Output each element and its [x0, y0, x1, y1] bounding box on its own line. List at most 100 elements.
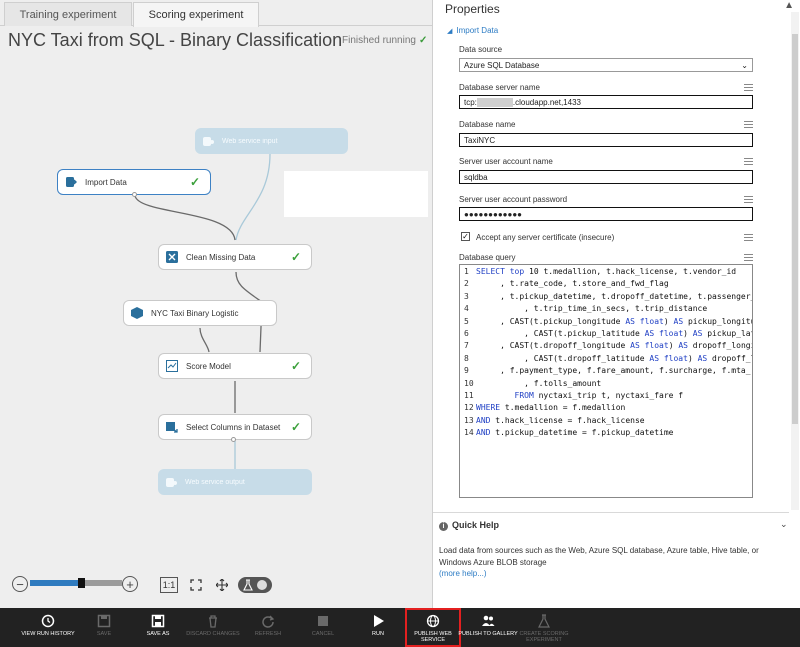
canvas-zoom-controls: − + 1:1: [8, 575, 278, 595]
output-port[interactable]: [132, 192, 137, 197]
scrollbar-thumb[interactable]: [792, 34, 798, 424]
password-input[interactable]: ●●●●●●●●●●●●: [459, 207, 753, 221]
experiment-canvas[interactable]: Training experiment Scoring experiment N…: [0, 0, 432, 608]
chevron-down-icon: ⌄: [741, 60, 748, 70]
parameter-menu-icon[interactable]: [744, 84, 753, 91]
code-line: 2 , t.rate_code, t.store_and_fwd_flag: [460, 278, 752, 290]
properties-scrollbar[interactable]: [791, 12, 799, 510]
parameter-menu-icon[interactable]: [744, 121, 753, 128]
web-service-icon: [165, 476, 177, 488]
code-line: 11 FROM nyctaxi_trip t, nyctaxi_fare f: [460, 390, 752, 402]
line-number: 12: [464, 403, 474, 413]
code-line: 6 , CAST(t.pickup_latitude AS float) AS …: [460, 328, 752, 340]
chevron-down-icon[interactable]: ⌄: [780, 519, 788, 530]
clean-missing-data-module[interactable]: Clean Missing Data ✓: [158, 244, 312, 270]
line-number: 10: [464, 378, 474, 388]
more-help-link[interactable]: (more help...): [439, 569, 487, 578]
actual-size-button[interactable]: 1:1: [160, 577, 178, 593]
parameter-menu-icon[interactable]: [744, 254, 753, 261]
server-name-input[interactable]: tcp: xxxxxxxxx .cloudapp.net,1433: [459, 95, 753, 109]
nyc-taxi-model-module[interactable]: NYC Taxi Binary Logistic: [123, 300, 277, 326]
module-label: NYC Taxi Binary Logistic: [151, 308, 239, 318]
server-name-suffix: .cloudapp.net,1433: [512, 97, 581, 107]
code-line: 7 , CAST(t.dropoff_longitude AS float) A…: [460, 340, 752, 352]
divider: [433, 512, 789, 513]
score-model-module[interactable]: Score Model ✓: [158, 353, 312, 379]
publish-to-gallery-button[interactable]: PUBLISH TO GALLERY: [456, 608, 520, 647]
info-icon: i: [439, 522, 448, 531]
import-data-module[interactable]: Import Data ✓: [57, 169, 211, 197]
line-number: 2: [464, 279, 469, 289]
line-number: 8: [464, 353, 469, 363]
save-icon: [97, 614, 111, 628]
code-line: 14 AND t.pickup_datetime = f.pickup_datet…: [460, 427, 752, 439]
scroll-up-icon[interactable]: ▲: [784, 0, 794, 11]
data-source-select[interactable]: Azure SQL Database ⌄: [459, 58, 753, 72]
code-text: , t.trip_time_in_secs, t.trip_distance: [476, 304, 708, 314]
stop-icon: [316, 614, 330, 628]
zoom-out-button[interactable]: −: [12, 576, 28, 592]
import-data-icon: [65, 176, 77, 188]
data-source-value: Azure SQL Database: [464, 60, 540, 70]
code-text: , CAST(t.pickup_longitude AS float) AS p…: [476, 316, 753, 326]
run-button[interactable]: RUN: [346, 608, 410, 647]
toolbar-button-label: SAVE: [96, 631, 112, 637]
code-line: 12 WHERE t.medallion = f.medallion: [460, 402, 752, 414]
code-text: , f.payment_type, f.fare_amount, f.surch…: [476, 366, 751, 376]
toolbar-button-label: SAVE AS: [146, 631, 170, 637]
select-columns-icon: [166, 421, 178, 433]
quick-help-header[interactable]: i Quick Help: [439, 520, 499, 531]
pan-icon[interactable]: [214, 577, 230, 593]
database-query-label: Database query: [459, 253, 516, 262]
zoom-slider[interactable]: [30, 578, 122, 588]
canvas-overlay-box: [284, 171, 428, 217]
line-number: 9: [464, 366, 469, 376]
code-text: AND t.pickup_datetime = f.pickup_datetim…: [476, 428, 674, 438]
toolbar-button-label: DISCARD CHANGES: [186, 631, 240, 637]
line-number: 3: [464, 291, 469, 301]
database-name-label: Database name: [459, 120, 516, 129]
data-source-label: Data source: [459, 45, 503, 54]
properties-title: Properties: [445, 2, 500, 16]
module-label: Select Columns in Dataset: [186, 422, 281, 432]
web-service-output-module[interactable]: Web service output: [158, 469, 312, 495]
web-service-input-module[interactable]: Web service input: [195, 128, 348, 154]
code-text: WHERE t.medallion = f.medallion: [476, 403, 626, 413]
publish-web-service-button[interactable]: PUBLISH WEB SERVICE: [405, 608, 461, 647]
view-run-history-button[interactable]: VIEW RUN HISTORY: [16, 608, 80, 647]
line-number: 5: [464, 316, 469, 326]
zoom-slider-thumb[interactable]: [77, 578, 85, 588]
toolbar-button-label: PUBLISH WEB SERVICE: [414, 631, 452, 643]
import-data-section-header[interactable]: ◢ Import Data: [447, 26, 498, 35]
command-bar: VIEW RUN HISTORY SAVE SAVE AS DISCARD CHANG…: [0, 608, 800, 647]
database-query-editor[interactable]: 1 SELECT top 10 t.medallion, t.hack_licen…: [459, 264, 753, 498]
select-columns-module[interactable]: Select Columns in Dataset ✓: [158, 414, 312, 442]
toolbar-button-label: VIEW RUN HISTORY: [21, 631, 75, 637]
refresh-icon: [261, 614, 275, 628]
create-scoring-experiment-button[interactable]: CREATE SCORING EXPERIMENT: [512, 608, 576, 647]
check-icon: ✓: [189, 175, 200, 189]
parameter-menu-icon[interactable]: [744, 158, 753, 165]
server-name-label: Database server name: [459, 83, 540, 92]
module-label: Web service input: [222, 137, 278, 145]
flask-icon: [537, 614, 551, 628]
account-name-input[interactable]: sqldba: [459, 170, 753, 184]
parameter-menu-icon[interactable]: [744, 196, 753, 203]
properties-panel: Properties ▲ ◢ Import Data Data source Az…: [432, 0, 800, 608]
check-icon: ✓: [290, 359, 301, 373]
collapse-caret-icon: ◢: [447, 28, 453, 35]
toolbar-button-label: PUBLISH TO GALLERY: [458, 631, 518, 637]
quick-help-title: Quick Help: [452, 520, 500, 530]
code-text: , CAST(t.pickup_latitude AS float) AS pi…: [476, 328, 752, 338]
database-name-input[interactable]: TaxiNYC: [459, 133, 753, 147]
minimap-toggle[interactable]: [238, 577, 272, 593]
code-text: SELECT top 10 t.medallion, t.hack_licens…: [476, 267, 737, 276]
code-line: 1 SELECT top 10 t.medallion, t.hack_licen…: [460, 266, 752, 278]
accept-certificate-checkbox[interactable]: ✓: [461, 232, 470, 241]
fit-to-screen-icon[interactable]: [188, 577, 204, 593]
code-line: 9 , f.payment_type, f.fare_amount, f.sur…: [460, 365, 752, 377]
parameter-menu-icon[interactable]: [744, 234, 753, 241]
output-port[interactable]: [231, 437, 236, 442]
zoom-in-button[interactable]: +: [122, 576, 138, 592]
score-model-icon: [166, 360, 178, 372]
